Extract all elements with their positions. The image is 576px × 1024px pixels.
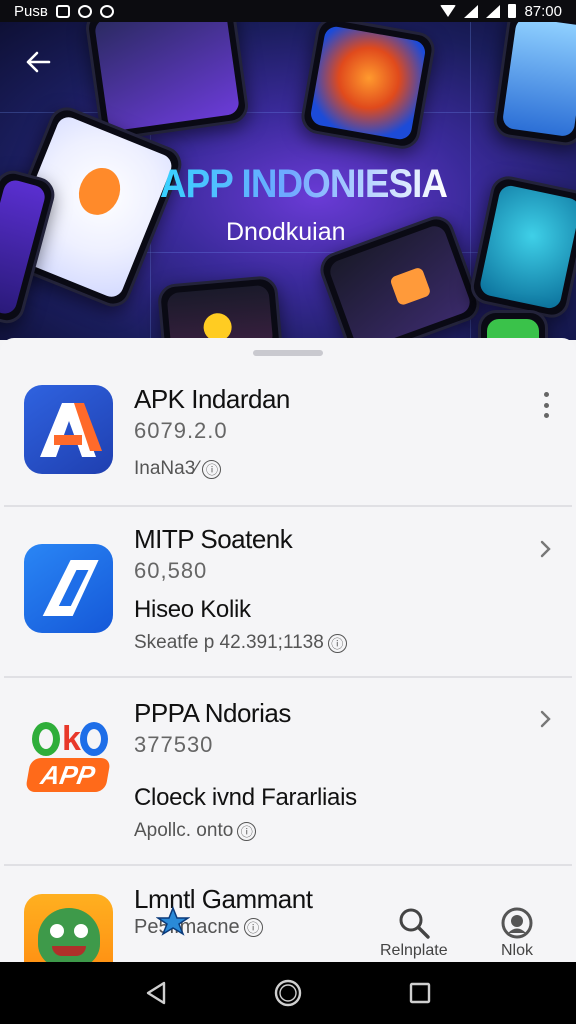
chevron-right-icon bbox=[540, 540, 551, 558]
battery-icon bbox=[508, 4, 517, 18]
nav-recents-button[interactable] bbox=[400, 973, 440, 1013]
phone-illustration bbox=[491, 22, 576, 148]
status-time: 87:00 bbox=[524, 2, 562, 20]
app-version: 377530 bbox=[134, 732, 214, 757]
search-icon bbox=[399, 908, 430, 939]
star-sticker-icon bbox=[156, 906, 190, 936]
app-list-item[interactable]: Lmntl Gammant Pe5lfmacne ⓘ Relnplate Nlo… bbox=[0, 866, 576, 962]
slash-logo-icon bbox=[42, 560, 99, 616]
app-title: APK Indardan bbox=[134, 384, 290, 414]
status-bar: Pusв 87:00 bbox=[0, 0, 576, 22]
open-button[interactable] bbox=[538, 538, 552, 560]
notification-icon bbox=[77, 4, 92, 18]
list-divider bbox=[4, 505, 572, 507]
app-version: 60,580 bbox=[134, 558, 208, 583]
info-icon[interactable]: ⓘ bbox=[243, 918, 263, 937]
letter-a-logo-icon bbox=[40, 403, 102, 457]
phone-illustration bbox=[298, 22, 438, 152]
wifi-icon bbox=[440, 5, 457, 17]
ok-logo-o bbox=[80, 722, 108, 756]
system-navigation-bar bbox=[0, 962, 576, 1024]
tab-profile[interactable]: Nlok bbox=[500, 906, 534, 960]
tab-search[interactable]: Relnplate bbox=[380, 906, 448, 960]
app-list-item[interactable]: k APP PPPA Ndorias 377530 Cloeck ivnd Fa… bbox=[0, 678, 576, 862]
hero-title: APP INDONIESIA bbox=[160, 162, 448, 206]
monster-mouth bbox=[52, 946, 86, 956]
app-list-item[interactable]: MITP Soatenk 60,580 Hiseo Kolik Skeatfe … bbox=[0, 508, 576, 676]
app-meta: Pe5lfmacne ⓘ bbox=[134, 916, 263, 939]
app-list-sheet: APK Indardan 6079.2.0 InaNa3⁄ ⓘ MITP Soa… bbox=[0, 338, 576, 962]
signal-icon bbox=[486, 4, 501, 18]
app-list-item[interactable]: APK Indardan 6079.2.0 InaNa3⁄ ⓘ bbox=[0, 368, 576, 504]
app-icon: k APP bbox=[24, 718, 113, 807]
phone-illustration bbox=[478, 310, 548, 340]
phone-illustration bbox=[156, 274, 284, 340]
monster-eye bbox=[50, 924, 64, 938]
app-meta-text: Apollc. onto bbox=[134, 820, 234, 841]
app-version: 6079.2.0 bbox=[134, 418, 228, 443]
ok-logo-o bbox=[32, 722, 60, 756]
app-icon bbox=[24, 894, 113, 962]
recents-square-icon bbox=[409, 982, 431, 1004]
tab-label: Nlok bbox=[500, 942, 533, 959]
monster-eye bbox=[74, 924, 88, 938]
app-logo-text: APP bbox=[38, 759, 98, 790]
chevron-right-icon bbox=[540, 710, 551, 728]
drag-handle[interactable] bbox=[253, 350, 323, 356]
app-meta-text: Skeatfe p 42.391;1138 bbox=[134, 632, 324, 653]
signal-icon bbox=[464, 4, 479, 18]
triangle-back-icon bbox=[146, 981, 166, 1005]
notification-icon bbox=[55, 4, 70, 18]
hero-banner: APP INDONIESIA Dnodkuian bbox=[0, 22, 576, 340]
app-title: PPPA Ndorias bbox=[134, 698, 291, 728]
app-meta: InaNa3⁄ ⓘ bbox=[134, 458, 222, 480]
app-title: MITP Soatenk bbox=[134, 524, 293, 554]
open-button[interactable] bbox=[538, 708, 552, 730]
more-options-button[interactable] bbox=[542, 392, 550, 418]
back-arrow-icon bbox=[26, 51, 51, 73]
app-icon bbox=[24, 544, 113, 633]
back-button[interactable] bbox=[20, 44, 56, 80]
notification-icon bbox=[99, 4, 114, 18]
info-icon[interactable]: ⓘ bbox=[202, 459, 222, 479]
nav-back-button[interactable] bbox=[136, 973, 176, 1013]
app-subtitle: Cloeck ivnd Fararliais bbox=[134, 784, 357, 811]
phone-illustration bbox=[467, 173, 576, 321]
app-meta-text: InaNa3⁄ bbox=[134, 458, 199, 479]
home-circle-icon bbox=[274, 979, 302, 1007]
hero-subtitle: Dnodkuian bbox=[226, 218, 346, 246]
app-logo-badge: APP bbox=[25, 758, 111, 792]
app-meta: Apollc. onto ⓘ bbox=[134, 820, 257, 842]
decorative-line bbox=[0, 112, 576, 113]
app-subtitle: Hiseo Kolik bbox=[134, 596, 251, 623]
info-icon[interactable]: ⓘ bbox=[237, 821, 257, 841]
app-icon bbox=[24, 385, 113, 474]
more-vert-dot bbox=[543, 402, 549, 408]
status-carrier-text: Pusв bbox=[14, 2, 48, 20]
tab-label: Relnplate bbox=[380, 942, 448, 959]
app-meta: Skeatfe p 42.391;1138 ⓘ bbox=[134, 632, 347, 654]
more-vert-dot bbox=[543, 413, 549, 418]
more-vert-icon bbox=[543, 392, 549, 397]
profile-icon bbox=[501, 907, 533, 939]
info-icon[interactable]: ⓘ bbox=[327, 633, 347, 653]
nav-home-button[interactable] bbox=[268, 973, 308, 1013]
